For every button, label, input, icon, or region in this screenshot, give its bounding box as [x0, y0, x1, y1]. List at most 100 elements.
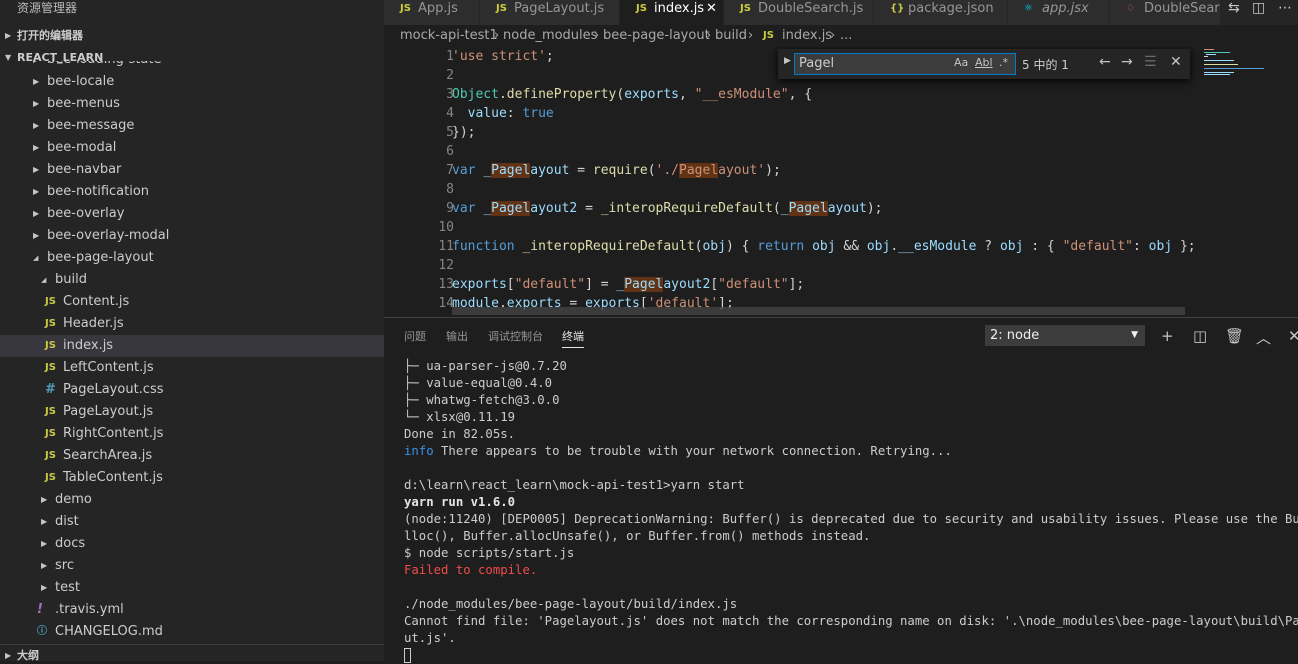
tree-folder[interactable]: ▶ dist — [0, 511, 384, 533]
tree-file[interactable]: JS Content.js — [0, 291, 384, 313]
match-case-button[interactable]: Aa — [954, 56, 968, 69]
horizontal-scrollbar[interactable] — [452, 307, 1185, 315]
outline-section[interactable]: ▶ 大纲 — [0, 644, 384, 661]
breadcrumb-item[interactable]: build — [715, 25, 747, 47]
terminal-line: Cannot find file: 'Pagelayout.js' does n… — [404, 613, 1298, 630]
split-editor-icon[interactable]: ◫ — [1252, 0, 1265, 16]
terminal-select[interactable]: 2: node ▼ — [985, 325, 1145, 346]
tree-folder[interactable]: ▶ src — [0, 555, 384, 577]
tree-folder[interactable]: ▶ bee-locale — [0, 71, 384, 93]
new-terminal-icon[interactable]: + — [1161, 327, 1174, 345]
tab-label: package.json — [908, 1, 994, 16]
tab-doublesearc[interactable]: ♢ DoubleSearc — [1110, 0, 1225, 25]
tree-file[interactable]: JS RightContent.js — [0, 423, 384, 445]
find-in-selection-icon[interactable]: ☰ — [1144, 54, 1157, 70]
close-icon[interactable]: ✕ — [706, 0, 717, 18]
tree-folder[interactable]: ▶ bee-overlay-modal — [0, 225, 384, 247]
tree-item-label: bee-page-layout — [47, 250, 154, 265]
terminal-select-value: 2: node — [990, 328, 1040, 343]
tree-file[interactable]: ⓘ CHANGELOG.md — [0, 621, 384, 643]
terminal-text: yarn run v1.6.0 — [404, 495, 516, 509]
tree-file[interactable]: JS index.js — [0, 335, 384, 357]
tree-folder[interactable]: ▶ bee-loading-state — [0, 61, 384, 71]
regex-button[interactable]: .* — [999, 56, 1008, 69]
js-file-icon: JS — [45, 472, 56, 483]
tree-item-label: build — [55, 272, 87, 287]
chevron-right-icon: ▶ — [33, 77, 40, 86]
tree-folder[interactable]: ▶ demo — [0, 489, 384, 511]
terminal-line: d:\learn\react_learn\mock-api-test1>yarn… — [404, 477, 1294, 494]
tree-file[interactable]: JS TableContent.js — [0, 467, 384, 489]
terminal-line: info There appears to be trouble with yo… — [404, 443, 1294, 460]
tree-file[interactable]: JS LeftContent.js — [0, 357, 384, 379]
terminal-line: ./node_modules/bee-page-layout/build/ind… — [404, 596, 1294, 613]
chevron-right-icon: › — [830, 28, 836, 43]
breadcrumb-item[interactable]: bee-page-layout — [603, 25, 710, 47]
code-line-9: var _Pagelayout2 = _interopRequireDefaul… — [452, 201, 883, 216]
tab-pagelayout-js[interactable]: JS PageLayout.js — [480, 0, 620, 25]
explorer-title: 资源管理器 — [17, 1, 78, 15]
breadcrumb-item[interactable]: ... — [840, 25, 852, 47]
tab-terminal[interactable]: 终端 — [562, 328, 584, 348]
tab-doublesearch-js[interactable]: JS DoubleSearch.js — [724, 0, 874, 25]
code-editor[interactable]: 1 2 3 4 5 6 7 8 9 10 11 12 13 14 'use strict'; Object… — [384, 47, 1298, 316]
tree-folder[interactable]: ▶ docs — [0, 533, 384, 555]
tree-folder[interactable]: ▶ bee-menus — [0, 93, 384, 115]
line-number: 10 — [438, 220, 454, 235]
terminal-line: ut.js'. — [404, 630, 1294, 647]
maximize-panel-icon[interactable]: ︿ — [1256, 327, 1271, 348]
next-match-icon[interactable]: → — [1121, 54, 1133, 70]
line-number: 12 — [438, 258, 454, 273]
terminal-text: d:\learn\react_learn\mock-api-test1>yarn… — [404, 478, 745, 492]
tree-item-label: RightContent.js — [63, 426, 164, 441]
tab-package-json[interactable]: {} package.json — [874, 0, 1008, 25]
tab-output[interactable]: 输出 — [446, 328, 468, 344]
markdown-file-icon: ⓘ — [37, 626, 47, 637]
tree-file[interactable]: JS Header.js — [0, 313, 384, 335]
tree-folder[interactable]: ▶ bee-modal — [0, 137, 384, 159]
terminal-cursor-line — [404, 647, 1294, 664]
tree-file[interactable]: # PageLayout.css — [0, 379, 384, 401]
tree-file[interactable]: JS PageLayout.js — [0, 401, 384, 423]
terminal-line: ├─ ua-parser-js@0.7.20 — [404, 358, 1294, 375]
breadcrumb-item[interactable]: mock-api-test1 — [400, 25, 498, 47]
tree-folder[interactable]: ▶ bee-message — [0, 115, 384, 137]
split-compare-icon[interactable]: ⇆ — [1228, 0, 1240, 16]
chevron-right-icon: › — [706, 28, 712, 43]
terminal-output[interactable]: ├─ ua-parser-js@0.7.20 ├─ value-equal@0.4… — [404, 358, 1298, 664]
close-icon[interactable]: ✕ — [1170, 54, 1182, 70]
minimap[interactable] — [1202, 47, 1298, 316]
terminal-text: Failed to compile. — [404, 563, 538, 577]
terminal-line: $ node scripts/start.js — [404, 545, 1294, 562]
tree-folder[interactable]: ▶ test — [0, 577, 384, 599]
tree-folder[interactable]: ◢ bee-page-layout — [0, 247, 384, 269]
tree-folder[interactable]: ▶ bee-notification — [0, 181, 384, 203]
tab-app-jsx[interactable]: ⚛ app.jsx — [1008, 0, 1110, 25]
explorer-sidebar: 资源管理器 ▶ 打开的编辑器 ▼ REACT_LEARN ▶bee-loadin… — [0, 0, 384, 661]
breadcrumb-item[interactable]: index.js — [782, 25, 832, 47]
tab-app-js[interactable]: JS App.js — [384, 0, 480, 25]
tree-file[interactable]: JS SearchArea.js — [0, 445, 384, 467]
tree-folder[interactable]: ▶ bee-navbar — [0, 159, 384, 181]
toggle-replace-icon[interactable]: ▶ — [784, 56, 791, 66]
tree-file[interactable]: ! .travis.yml — [0, 599, 384, 621]
breadcrumb-item[interactable]: node_modules — [503, 25, 597, 47]
file-icon: ♢ — [1126, 3, 1135, 14]
match-word-button[interactable]: Abl — [975, 56, 993, 69]
tree-folder[interactable]: ▶ bee-overlay — [0, 203, 384, 225]
tree-folder[interactable]: ◢ build — [0, 269, 384, 291]
chevron-right-icon: › — [748, 28, 754, 43]
more-actions-icon[interactable]: ⋯ — [1278, 0, 1292, 16]
trash-icon[interactable]: 🗑 — [1225, 327, 1244, 345]
chevron-right-icon: ▶ — [33, 209, 40, 218]
terminal-line: (node:11240) [DEP0005] DeprecationWarnin… — [404, 511, 1298, 528]
close-panel-icon[interactable]: ✕ — [1288, 327, 1298, 345]
tab-index-js[interactable]: JS index.js ✕ — [620, 0, 724, 25]
tree-item-label: LeftContent.js — [63, 360, 154, 375]
split-terminal-icon[interactable]: ◫ — [1193, 327, 1207, 345]
open-editors-section[interactable]: ▶ 打开的编辑器 — [0, 25, 384, 47]
previous-match-icon[interactable]: ← — [1099, 54, 1111, 70]
tab-problems[interactable]: 问题 — [404, 328, 426, 344]
tab-debug-console[interactable]: 调试控制台 — [488, 328, 543, 344]
find-widget: ▶ Pagel Aa Abl .* 5 中的 1 ← → ☰ ✕ — [778, 49, 1190, 79]
